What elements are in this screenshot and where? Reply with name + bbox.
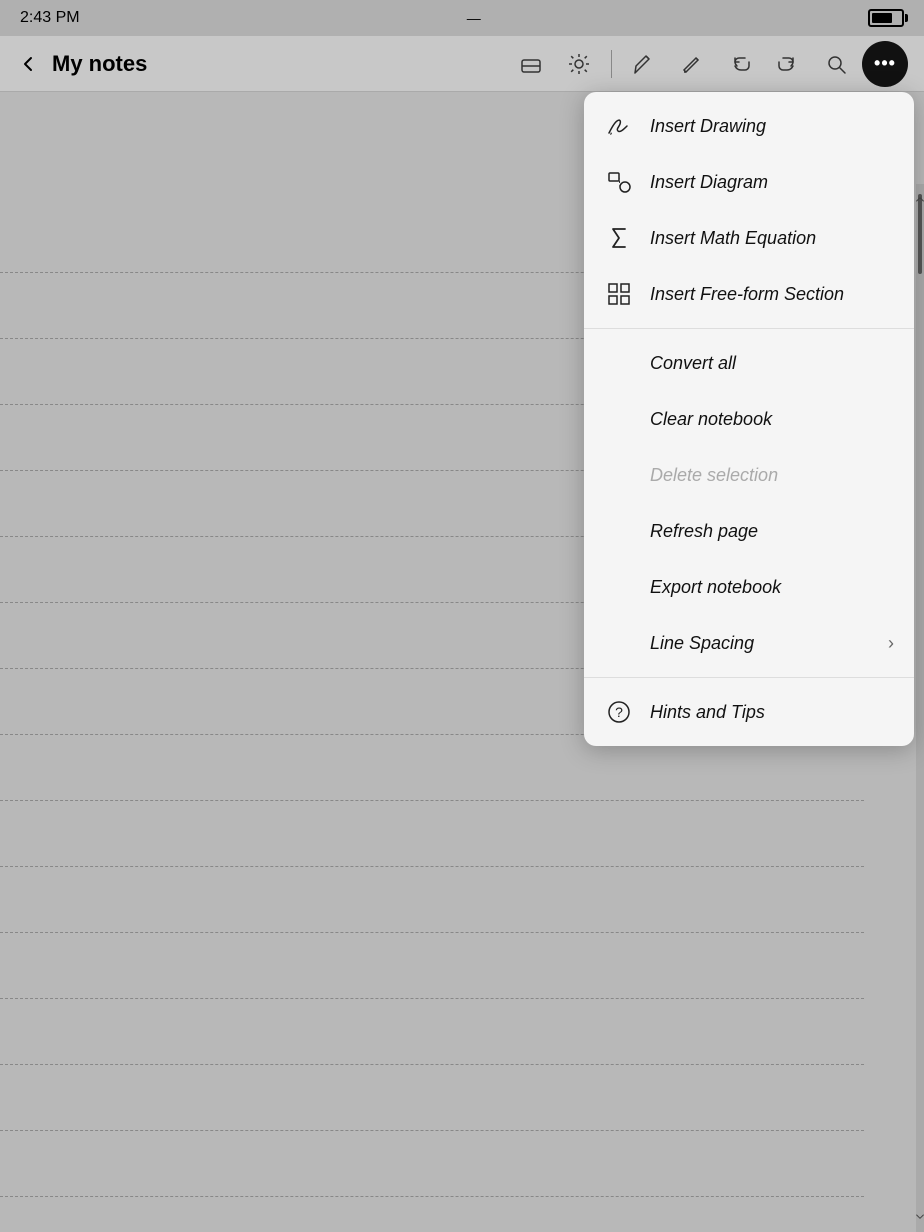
refresh-page-label: Refresh page bbox=[650, 521, 758, 542]
pen-icon bbox=[632, 52, 656, 76]
delete-selection-label: Delete selection bbox=[650, 465, 778, 486]
brightness-icon bbox=[567, 52, 591, 76]
line-spacing-chevron-icon: › bbox=[888, 633, 894, 654]
menu-item-delete-selection[interactable]: Delete selection bbox=[584, 447, 914, 503]
page-title: My notes bbox=[52, 51, 147, 77]
undo-button[interactable] bbox=[718, 42, 762, 86]
toolbar-left: My notes bbox=[16, 51, 509, 77]
insert-math-icon bbox=[604, 223, 634, 253]
notebook-line bbox=[0, 1130, 864, 1131]
delete-selection-icon bbox=[604, 460, 634, 490]
line-spacing-label: Line Spacing bbox=[650, 633, 754, 654]
more-button[interactable]: ••• bbox=[862, 41, 908, 87]
menu-item-refresh-page[interactable]: Refresh page bbox=[584, 503, 914, 559]
clear-notebook-label: Clear notebook bbox=[650, 409, 772, 430]
highlighter-button[interactable] bbox=[670, 42, 714, 86]
hints-tips-icon: ? bbox=[604, 697, 634, 727]
redo-icon bbox=[776, 52, 800, 76]
drawing-icon bbox=[606, 113, 632, 139]
battery-icon bbox=[868, 9, 904, 27]
insert-freeform-label: Insert Free-form Section bbox=[650, 284, 844, 305]
scroll-up-button[interactable] bbox=[916, 184, 924, 214]
menu-item-insert-freeform[interactable]: Insert Free-form Section bbox=[584, 266, 914, 322]
menu-item-insert-diagram[interactable]: Insert Diagram bbox=[584, 154, 914, 210]
insert-diagram-label: Insert Diagram bbox=[650, 172, 768, 193]
battery-fill bbox=[872, 13, 892, 23]
dropdown-menu: Insert Drawing Insert Diagram Insert Mat… bbox=[584, 92, 914, 746]
back-button[interactable] bbox=[16, 52, 40, 76]
menu-item-hints-tips[interactable]: ? Hints and Tips bbox=[584, 684, 914, 740]
question-circle-icon: ? bbox=[606, 699, 632, 725]
notebook-line bbox=[0, 866, 864, 867]
menu-section-actions: Convert all Clear notebook Delete select… bbox=[584, 329, 914, 678]
insert-diagram-icon bbox=[604, 167, 634, 197]
more-dots-icon: ••• bbox=[874, 53, 896, 74]
notebook-line bbox=[0, 1064, 864, 1065]
menu-section-insert: Insert Drawing Insert Diagram Insert Mat… bbox=[584, 92, 914, 329]
insert-drawing-icon bbox=[604, 111, 634, 141]
refresh-page-icon bbox=[604, 516, 634, 546]
status-time: 2:43 PM bbox=[20, 9, 80, 27]
chevron-up-icon bbox=[916, 195, 924, 203]
notebook-line bbox=[0, 998, 864, 999]
battery-indicator bbox=[868, 9, 904, 27]
status-bar: 2:43 PM — bbox=[0, 0, 924, 36]
toolbar: My notes bbox=[0, 36, 924, 92]
menu-item-insert-drawing[interactable]: Insert Drawing bbox=[584, 98, 914, 154]
clear-notebook-icon bbox=[604, 404, 634, 434]
insert-math-label: Insert Math Equation bbox=[650, 228, 816, 249]
toolbar-right: ••• bbox=[509, 41, 908, 87]
hints-tips-label: Hints and Tips bbox=[650, 702, 765, 723]
redo-button[interactable] bbox=[766, 42, 810, 86]
back-arrow-icon bbox=[16, 52, 40, 76]
export-notebook-icon bbox=[604, 572, 634, 602]
notebook-line bbox=[0, 1196, 864, 1197]
menu-item-line-spacing[interactable]: Line Spacing › bbox=[584, 615, 914, 671]
menu-item-export-notebook[interactable]: Export notebook bbox=[584, 559, 914, 615]
menu-item-insert-math[interactable]: Insert Math Equation bbox=[584, 210, 914, 266]
undo-icon bbox=[728, 52, 752, 76]
status-center: — bbox=[467, 10, 481, 26]
svg-text:?: ? bbox=[615, 704, 623, 720]
convert-all-label: Convert all bbox=[650, 353, 736, 374]
menu-item-convert-all[interactable]: Convert all bbox=[584, 335, 914, 391]
insert-freeform-icon bbox=[604, 279, 634, 309]
search-icon bbox=[824, 52, 848, 76]
toolbar-divider bbox=[611, 50, 612, 78]
eraser-icon bbox=[519, 52, 543, 76]
search-button[interactable] bbox=[814, 42, 858, 86]
sigma-icon bbox=[606, 225, 632, 251]
pen-button[interactable] bbox=[622, 42, 666, 86]
export-notebook-label: Export notebook bbox=[650, 577, 781, 598]
insert-drawing-label: Insert Drawing bbox=[650, 116, 766, 137]
menu-item-clear-notebook[interactable]: Clear notebook bbox=[584, 391, 914, 447]
grid-icon bbox=[606, 281, 632, 307]
eraser-button[interactable] bbox=[509, 42, 553, 86]
line-spacing-icon bbox=[604, 628, 634, 658]
menu-section-help: ? Hints and Tips bbox=[584, 678, 914, 746]
scrollbar[interactable] bbox=[916, 184, 924, 1232]
notebook-line bbox=[0, 800, 864, 801]
convert-all-icon bbox=[604, 348, 634, 378]
scroll-down-button[interactable] bbox=[916, 1202, 924, 1232]
diagram-icon bbox=[606, 169, 632, 195]
highlighter-icon bbox=[680, 52, 704, 76]
notebook-line bbox=[0, 932, 864, 933]
chevron-down-icon bbox=[916, 1213, 924, 1221]
brightness-button[interactable] bbox=[557, 42, 601, 86]
